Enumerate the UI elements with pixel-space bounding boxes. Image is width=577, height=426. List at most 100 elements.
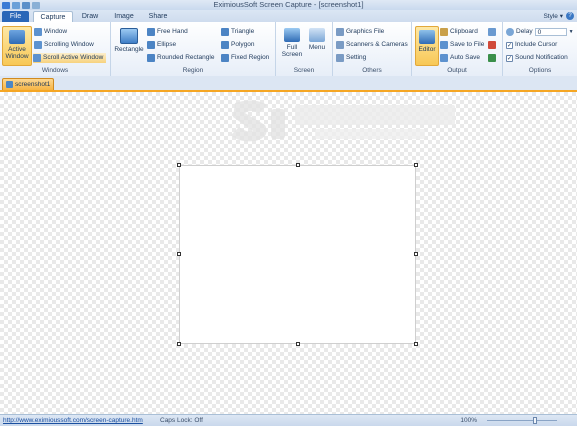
group-label-output: Output [447, 67, 467, 74]
check-icon[interactable]: ✓ [506, 54, 513, 62]
auto-save-button[interactable]: Auto Save [440, 53, 480, 63]
check-icon[interactable]: ✓ [506, 41, 513, 49]
ellipse-button[interactable]: Ellipse [147, 40, 176, 50]
window-button[interactable]: Window [34, 27, 67, 37]
active-window-label: Active Window [5, 46, 29, 60]
triangle-icon [221, 28, 229, 36]
resize-handle-top[interactable] [296, 163, 300, 167]
graphics-file-icon [336, 28, 344, 36]
group-label-region: Region [182, 67, 204, 74]
excel-icon[interactable] [488, 54, 496, 62]
zoom-slider[interactable] [487, 420, 557, 421]
ribbon-tab-bar: File Capture Draw Image Share Style ▾ ? [0, 10, 577, 23]
polygon-icon [221, 41, 229, 49]
scroll-active-window-icon [33, 54, 41, 62]
group-windows: Active Window Window Scrolling Window Sc… [0, 22, 111, 76]
resize-handle-left[interactable] [177, 252, 181, 256]
group-label-screen: Screen [293, 67, 315, 74]
window-title: EximiousSoft Screen Capture - [screensho… [213, 0, 364, 9]
save-to-file-icon [440, 41, 448, 49]
full-screen-button[interactable]: Full Screen [280, 28, 304, 64]
editor-icon [419, 30, 435, 44]
free-hand-button[interactable]: Free Hand [147, 27, 188, 37]
ellipse-icon [147, 41, 155, 49]
fixed-region-icon [221, 54, 229, 62]
scrolling-window-button[interactable]: Scrolling Window [34, 40, 94, 50]
scanners-cameras-label: Scanners & Cameras [346, 41, 408, 48]
printer-icon[interactable] [488, 28, 496, 36]
scroll-active-window-button[interactable]: Scroll Active Window [33, 53, 107, 63]
group-region: Rectangle Free Hand Ellipse Rounded Rect… [111, 22, 276, 76]
clipboard-button[interactable]: Clipboard [440, 27, 478, 37]
setting-button[interactable]: Setting [336, 53, 366, 63]
rectangle-button[interactable]: Rectangle [113, 28, 145, 62]
graphics-file-label: Graphics File [346, 28, 385, 35]
window-icon [34, 28, 42, 36]
document-tab-label: screenshot1 [15, 81, 51, 88]
tab-image[interactable]: Image [108, 11, 140, 22]
menu-label: Menu [308, 44, 326, 51]
menu-icon [309, 28, 325, 42]
tab-draw[interactable]: Draw [75, 11, 105, 22]
resize-handle-top-right[interactable] [414, 163, 418, 167]
include-cursor-checkbox[interactable]: ✓ Include Cursor [506, 40, 557, 50]
setting-label: Setting [346, 54, 367, 61]
resize-handle-top-left[interactable] [177, 163, 181, 167]
gear-icon [336, 54, 344, 62]
ellipse-label: Ellipse [157, 41, 177, 48]
sound-notification-checkbox[interactable]: ✓ Sound Notification [506, 53, 568, 63]
group-options: Delay 0 ▼ ✓ Include Cursor ✓ Sound Notif… [503, 22, 577, 76]
editor-button[interactable]: Editor [415, 26, 439, 66]
pdf-icon[interactable] [488, 41, 496, 49]
status-bar: http://www.eximioussoft.com/screen-captu… [0, 414, 577, 426]
resize-handle-bottom[interactable] [296, 342, 300, 346]
group-output: Editor Clipboard Save to File Auto Save … [412, 22, 503, 76]
style-menu[interactable]: Style ▾ [543, 12, 563, 20]
rounded-rectangle-icon [147, 54, 155, 62]
auto-save-label: Auto Save [450, 54, 480, 61]
triangle-button[interactable]: Triangle [221, 27, 254, 37]
rectangle-icon [120, 28, 138, 44]
triangle-label: Triangle [231, 28, 255, 35]
polygon-label: Polygon [231, 41, 255, 48]
group-label-options: Options [528, 67, 552, 74]
resize-handle-right[interactable] [414, 252, 418, 256]
graphics-file-button[interactable]: Graphics File [336, 27, 384, 37]
rounded-rectangle-label: Rounded Rectangle [157, 54, 215, 61]
fixed-region-button[interactable]: Fixed Region [221, 53, 269, 63]
caps-lock-status: Caps Lock: Off [160, 417, 203, 424]
group-label-windows: Windows [41, 67, 69, 74]
editor-label: Editor [418, 46, 436, 53]
zoom-slider-thumb[interactable] [533, 417, 537, 424]
rounded-rectangle-button[interactable]: Rounded Rectangle [147, 53, 214, 63]
scanner-icon [336, 41, 344, 49]
captured-image[interactable] [179, 165, 416, 344]
scanners-cameras-button[interactable]: Scanners & Cameras [336, 40, 408, 50]
help-icon[interactable]: ? [566, 12, 574, 20]
menu-button[interactable]: Menu [306, 28, 328, 58]
clipboard-icon [440, 28, 448, 36]
include-cursor-label: Include Cursor [515, 41, 558, 48]
chevron-down-icon[interactable]: ▼ [569, 27, 574, 37]
website-link[interactable]: http://www.eximioussoft.com/screen-captu… [3, 415, 143, 426]
document-tab-bar: screenshot1 [0, 76, 577, 92]
delay-control: Delay 0 ▼ [506, 27, 574, 37]
save-to-file-label: Save to File [450, 41, 485, 48]
delay-label: Delay [516, 28, 533, 35]
save-to-file-button[interactable]: Save to File [440, 40, 484, 50]
active-window-button[interactable]: Active Window [2, 26, 32, 66]
delay-select[interactable]: 0 [534, 28, 567, 36]
free-hand-label: Free Hand [157, 28, 188, 35]
tab-share[interactable]: Share [143, 11, 173, 22]
window-label: Window [44, 28, 68, 35]
polygon-button[interactable]: Polygon [221, 40, 255, 50]
tab-file[interactable]: File [2, 11, 29, 22]
document-tab-screenshot1[interactable]: screenshot1 [2, 78, 54, 90]
rectangle-label: Rectangle [114, 46, 144, 53]
group-others: Graphics File Scanners & Cameras Setting… [333, 22, 412, 76]
zoom-level: 100% [460, 417, 477, 424]
watermark-logo [231, 100, 455, 142]
fixed-region-label: Fixed Region [231, 54, 270, 61]
resize-handle-bottom-left[interactable] [177, 342, 181, 346]
resize-handle-bottom-right[interactable] [414, 342, 418, 346]
